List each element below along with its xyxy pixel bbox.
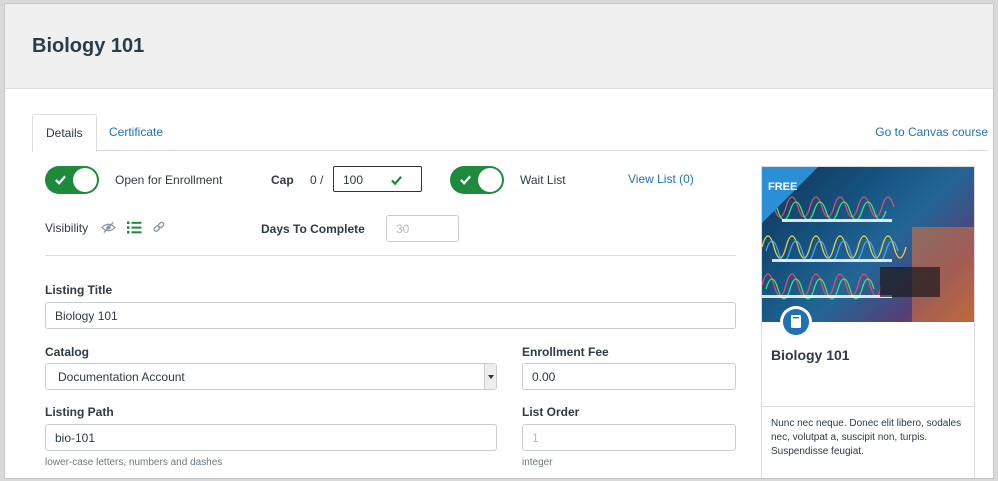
days-to-complete-input[interactable]: 30 <box>386 215 459 242</box>
card-title: Biology 101 <box>771 347 850 363</box>
list-order-hint: integer <box>522 457 553 468</box>
open-enrollment-label: Open for Enrollment <box>115 173 223 187</box>
listing-path-value: bio-101 <box>55 431 96 445</box>
catalog-select[interactable]: Documentation Account <box>45 363 497 390</box>
course-card-preview: FREE Biology 101 Nunc nec neque. Donec e… <box>761 166 975 478</box>
visibility-label: Visibility <box>45 221 89 235</box>
toggle-knob <box>478 168 502 192</box>
course-icon-badge <box>780 306 812 338</box>
chevron-down-icon <box>484 364 496 389</box>
enrollment-fee-label: Enrollment Fee <box>522 345 609 359</box>
days-to-complete-placeholder: 30 <box>396 222 410 236</box>
catalog-label: Catalog <box>45 345 90 359</box>
enrollment-fee-input[interactable]: 0.00 <box>522 363 736 390</box>
list-order-placeholder: 1 <box>532 431 539 445</box>
tab-certificate[interactable]: Certificate <box>96 114 176 151</box>
open-enrollment-toggle[interactable] <box>45 166 99 194</box>
list-icon[interactable] <box>127 221 142 234</box>
eye-slash-icon[interactable] <box>101 221 116 234</box>
card-divider <box>762 406 974 407</box>
cap-label: Cap <box>271 173 294 187</box>
wait-list-label: Wait List <box>520 173 566 187</box>
enrollment-fee-value: 0.00 <box>532 370 556 384</box>
cap-input[interactable]: 100 <box>333 166 422 192</box>
cap-count: 0 / <box>310 173 324 187</box>
catalog-value: Documentation Account <box>58 370 185 384</box>
book-icon <box>791 315 801 328</box>
check-icon <box>55 175 66 185</box>
toggle-knob <box>73 168 97 192</box>
listing-title-value: Biology 101 <box>55 309 118 323</box>
link-icon[interactable] <box>153 221 165 234</box>
go-to-canvas-link[interactable]: Go to Canvas course <box>875 114 988 150</box>
card-description: Nunc nec neque. Donec elit libero, sodal… <box>771 418 962 457</box>
check-icon <box>391 176 402 186</box>
course-card-image: FREE <box>762 167 974 322</box>
listing-title-input[interactable]: Biology 101 <box>45 302 736 329</box>
list-order-label: List Order <box>522 405 580 419</box>
free-ribbon <box>762 167 818 223</box>
listing-path-input[interactable]: bio-101 <box>45 424 497 451</box>
listing-path-hint: lower-case letters, numbers and dashes <box>45 457 223 468</box>
days-to-complete-label: Days To Complete <box>261 222 365 236</box>
tab-bar: Details Certificate Go to Canvas course <box>32 114 988 152</box>
listing-path-label: Listing Path <box>45 405 114 419</box>
page-title: Biology 101 <box>32 35 145 57</box>
listing-title-label: Listing Title <box>45 283 113 297</box>
section-divider <box>45 255 736 256</box>
tab-details[interactable]: Details <box>32 114 97 152</box>
list-order-input[interactable]: 1 <box>522 424 736 451</box>
view-list-link[interactable]: View List (0) <box>628 172 694 186</box>
free-badge: FREE <box>768 181 798 193</box>
page-header: Biology 101 <box>5 4 993 89</box>
wait-list-toggle[interactable] <box>450 166 504 194</box>
cap-value: 100 <box>343 173 364 187</box>
check-icon <box>460 175 471 185</box>
app-window: Biology 101 Details Certificate Go to Ca… <box>4 3 994 479</box>
